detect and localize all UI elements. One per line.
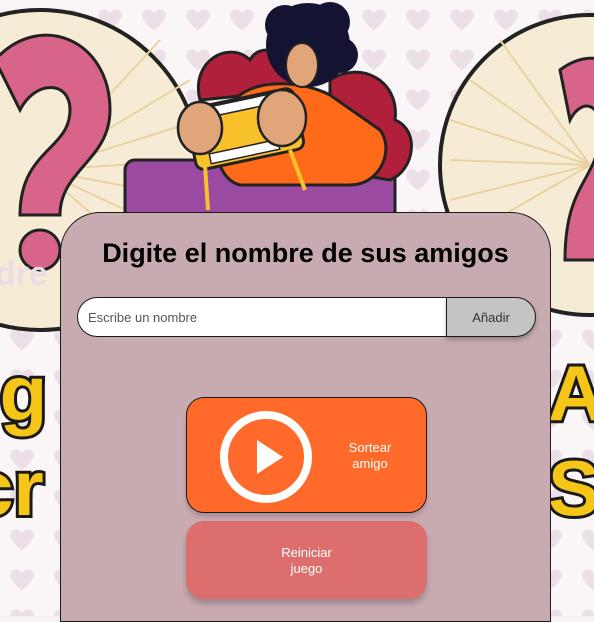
play-icon — [220, 411, 312, 503]
draw-friend-label: Sortear amigo — [337, 440, 403, 472]
svg-text:ig: ig — [0, 349, 47, 437]
page-title: Digite el nombre de sus amigos — [102, 238, 509, 268]
name-input[interactable] — [77, 297, 447, 337]
reset-label-line1: Reiniciar — [281, 545, 332, 560]
reset-game-button[interactable]: Reiniciar juego — [186, 521, 427, 599]
svg-text:cr: cr — [0, 444, 44, 532]
svg-text:dre: dre — [0, 255, 48, 293]
reset-game-label: Reiniciar juego — [186, 545, 427, 577]
draw-friend-button[interactable]: Sortear amigo — [186, 397, 427, 513]
reset-label-line2: juego — [290, 561, 323, 576]
friend-form-card: Digite el nombre de sus amigos Añadir So… — [60, 212, 551, 622]
add-button[interactable]: Añadir — [446, 297, 536, 337]
svg-text:An: An — [548, 349, 594, 437]
draw-label-line1: Sortear — [348, 440, 392, 455]
svg-text:Se: Se — [548, 444, 594, 532]
draw-label-line2: amigo — [352, 456, 388, 471]
